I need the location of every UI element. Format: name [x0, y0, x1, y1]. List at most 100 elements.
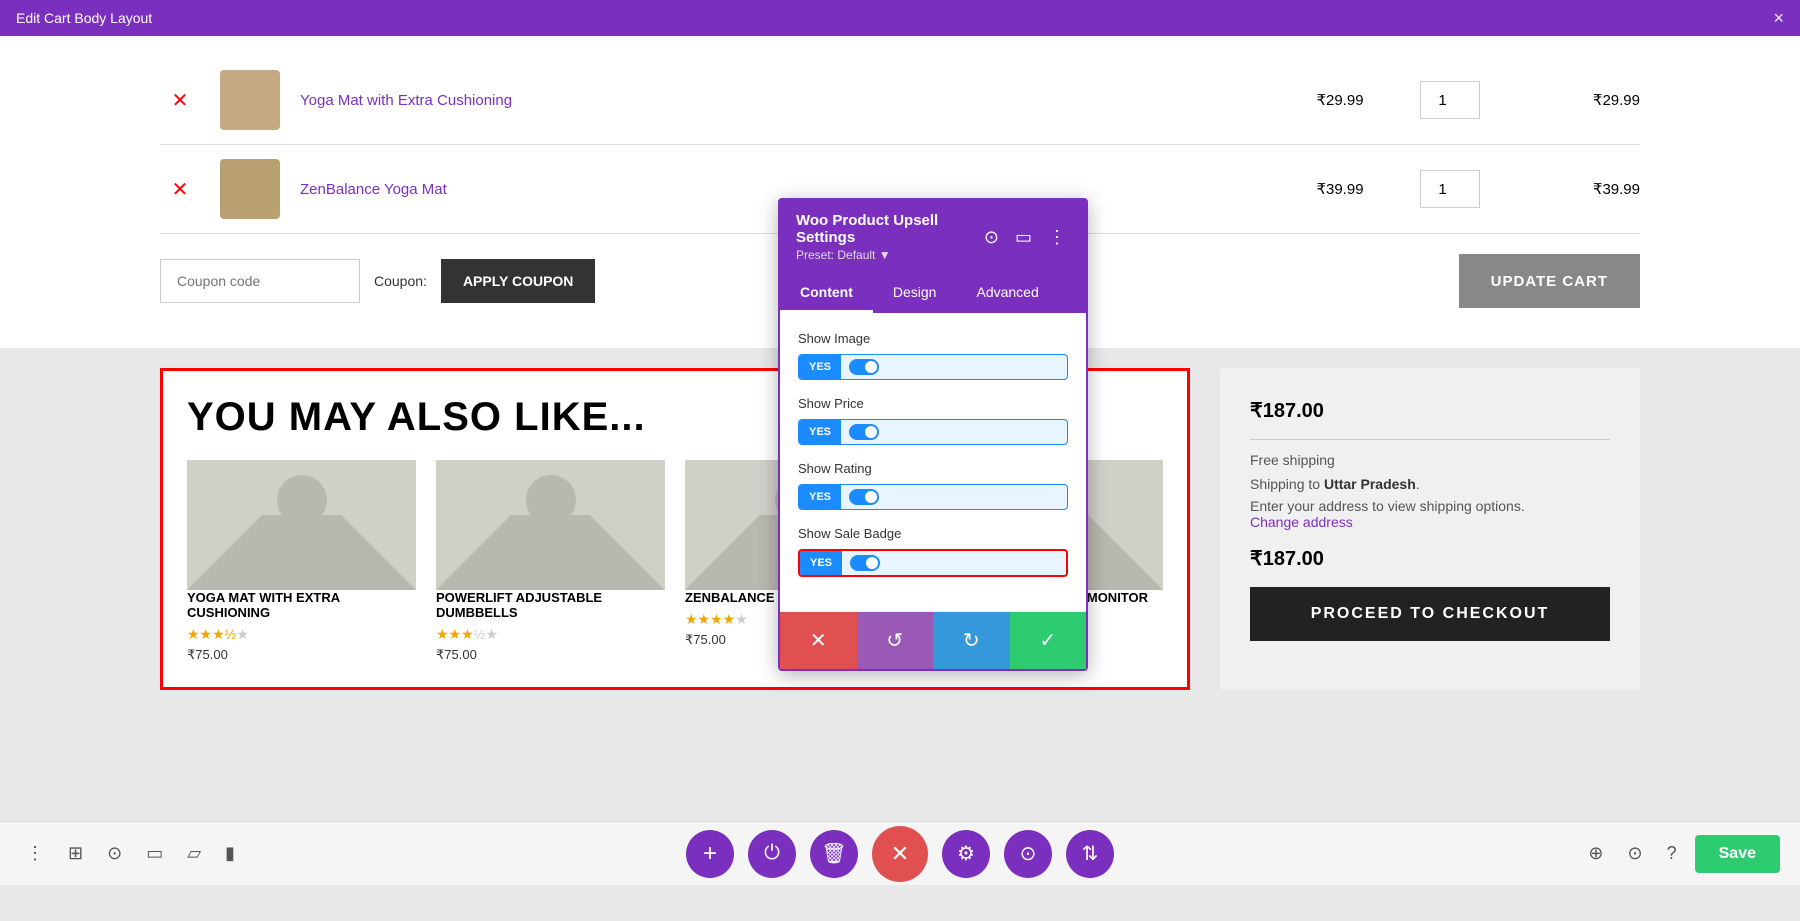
upsell-product-name: POWERLIFT ADJUSTABLE DUMBBELLS: [436, 590, 665, 620]
save-button[interactable]: Save: [1695, 835, 1780, 873]
settings-layout-icon[interactable]: ▭: [1011, 225, 1036, 250]
tablet-icon[interactable]: ▱: [181, 837, 207, 870]
upsell-product-image: [187, 460, 416, 590]
menu-icon[interactable]: ⋮: [20, 837, 50, 870]
upsell-product-price: ₹75.00: [436, 647, 665, 663]
settings-header-icons: ⊙ ▭ ⋮: [980, 225, 1070, 250]
remove-item-button[interactable]: ✕: [160, 177, 200, 202]
table-row: ✕ Yoga Mat with Extra Cushioning ₹29.99 …: [160, 56, 1640, 145]
title-bar-title: Edit Cart Body Layout: [16, 10, 152, 26]
upsell-product-image: [436, 460, 665, 590]
show-sale-badge-label: Show Sale Badge: [798, 526, 1068, 541]
apply-coupon-button[interactable]: APPLY COUPON: [441, 259, 595, 303]
shipping-to-text: Shipping to Uttar Pradesh.: [1250, 476, 1610, 492]
delete-button[interactable]: 🗑: [810, 830, 858, 878]
tab-design[interactable]: Design: [873, 274, 957, 313]
bottom-toolbar: ⋮ ⊞ ⊙ ▭ ▱ ▮ + ⏻ 🗑 ✕ ⚙ ⊙ ⇅ ⊕ ⊙ ? Save: [0, 821, 1800, 885]
remove-item-button[interactable]: ✕: [160, 88, 200, 113]
toggle-slider-inner: [849, 489, 879, 505]
toolbar-center: + ⏻ 🗑 ✕ ⚙ ⊙ ⇅: [686, 826, 1114, 882]
zoom-icon[interactable]: ⊕: [1582, 837, 1609, 870]
add-element-button[interactable]: +: [686, 830, 734, 878]
change-address-link[interactable]: Change address: [1250, 514, 1610, 530]
settings-header-left: Woo Product Upsell Settings Preset: Defa…: [796, 212, 980, 262]
upsell-product-stars: ★★★½★: [187, 626, 416, 643]
close-button[interactable]: ✕: [872, 826, 928, 882]
product-price: ₹39.99: [1280, 180, 1400, 198]
power-button[interactable]: ⏻: [748, 830, 796, 878]
show-image-label: Show Image: [798, 331, 1068, 346]
settings-panel-title: Woo Product Upsell Settings: [796, 212, 980, 246]
toggle-slider-inner: [850, 555, 880, 571]
desktop-icon[interactable]: ▭: [140, 837, 169, 870]
free-shipping-label: Free shipping: [1250, 452, 1610, 468]
toggle-yes-label: YES: [800, 551, 842, 575]
upsell-product-name: YOGA MAT WITH EXTRA CUSHIONING: [187, 590, 416, 620]
show-image-toggle[interactable]: YES: [798, 354, 1068, 380]
tab-advanced[interactable]: Advanced: [956, 274, 1058, 313]
quantity-input[interactable]: [1420, 81, 1480, 119]
settings-more-icon[interactable]: ⋮: [1044, 225, 1070, 250]
product-name-link[interactable]: ZenBalance Yoga Mat: [300, 181, 1260, 198]
close-icon[interactable]: ×: [1773, 8, 1784, 29]
settings-header: Woo Product Upsell Settings Preset: Defa…: [780, 200, 1086, 274]
tab-content[interactable]: Content: [780, 274, 873, 313]
show-sale-badge-option: Show Sale Badge YES: [798, 526, 1068, 577]
toggle-yes-label: YES: [799, 420, 841, 444]
quantity-input[interactable]: [1420, 170, 1480, 208]
grid-icon[interactable]: ⊞: [62, 837, 89, 870]
show-rating-toggle[interactable]: YES: [798, 484, 1068, 510]
toggle-slider[interactable]: [841, 355, 887, 379]
settings-redo-button[interactable]: ↻: [933, 612, 1010, 669]
settings-button[interactable]: ⚙: [942, 830, 990, 878]
show-price-toggle[interactable]: YES: [798, 419, 1068, 445]
toggle-yes-label: YES: [799, 355, 841, 379]
quantity-input-wrap: [1420, 81, 1500, 119]
settings-cancel-button[interactable]: ✕: [780, 612, 857, 669]
mobile-icon[interactable]: ▮: [219, 837, 241, 870]
toggle-slider[interactable]: [841, 485, 887, 509]
toggle-slider-inner: [849, 359, 879, 375]
settings-body: Show Image YES Show Price YES Show Ratin…: [780, 313, 1086, 611]
product-image: [220, 159, 280, 219]
quantity-input-wrap: [1420, 170, 1500, 208]
show-image-option: Show Image YES: [798, 331, 1068, 380]
coupon-code-input[interactable]: [160, 259, 360, 303]
settings-preset[interactable]: Preset: Default ▼: [796, 248, 980, 262]
enter-address-text: Enter your address to view shipping opti…: [1250, 498, 1610, 514]
list-item: YOGA MAT WITH EXTRA CUSHIONING ★★★½★ ₹75…: [187, 460, 416, 663]
search-icon[interactable]: ⊙: [101, 837, 128, 870]
settings-screenshot-icon[interactable]: ⊙: [980, 225, 1003, 250]
list-item: POWERLIFT ADJUSTABLE DUMBBELLS ★★★½★ ₹75…: [436, 460, 665, 663]
shipping-state: Uttar Pradesh: [1324, 476, 1416, 492]
upsell-product-price: ₹75.00: [187, 647, 416, 663]
toolbar-left: ⋮ ⊞ ⊙ ▭ ▱ ▮: [20, 837, 241, 870]
sort-button[interactable]: ⇅: [1066, 830, 1114, 878]
toolbar-right: ⊕ ⊙ ? Save: [1582, 835, 1780, 873]
product-total: ₹29.99: [1520, 91, 1640, 109]
settings-confirm-button[interactable]: ✓: [1010, 612, 1087, 669]
checkout-button[interactable]: PROCEED TO CHECKOUT: [1250, 587, 1610, 641]
toggle-slider[interactable]: [842, 551, 888, 575]
toggle-slider[interactable]: [841, 420, 887, 444]
settings-footer: ✕ ↺ ↻ ✓: [780, 611, 1086, 669]
settings-panel: Woo Product Upsell Settings Preset: Defa…: [778, 198, 1088, 671]
update-cart-button[interactable]: UPDATE CART: [1459, 254, 1640, 308]
toggle-yes-label: YES: [799, 485, 841, 509]
show-price-option: Show Price YES: [798, 396, 1068, 445]
preview-icon[interactable]: ⊙: [1622, 837, 1649, 870]
cart-total-amount: ₹187.00: [1250, 546, 1610, 571]
toggle-slider-inner: [849, 424, 879, 440]
help-icon[interactable]: ?: [1661, 837, 1683, 870]
history-button[interactable]: ⊙: [1004, 830, 1052, 878]
subtotal-amount: ₹187.00: [1250, 398, 1610, 423]
settings-tabs: Content Design Advanced: [780, 274, 1086, 313]
product-name-link[interactable]: Yoga Mat with Extra Cushioning: [300, 92, 1260, 109]
show-rating-option: Show Rating YES: [798, 461, 1068, 510]
show-rating-label: Show Rating: [798, 461, 1068, 476]
product-total: ₹39.99: [1520, 180, 1640, 198]
upsell-product-stars: ★★★½★: [436, 626, 665, 643]
show-price-label: Show Price: [798, 396, 1068, 411]
settings-undo-button[interactable]: ↺: [857, 612, 934, 669]
show-sale-badge-toggle[interactable]: YES: [798, 549, 1068, 577]
